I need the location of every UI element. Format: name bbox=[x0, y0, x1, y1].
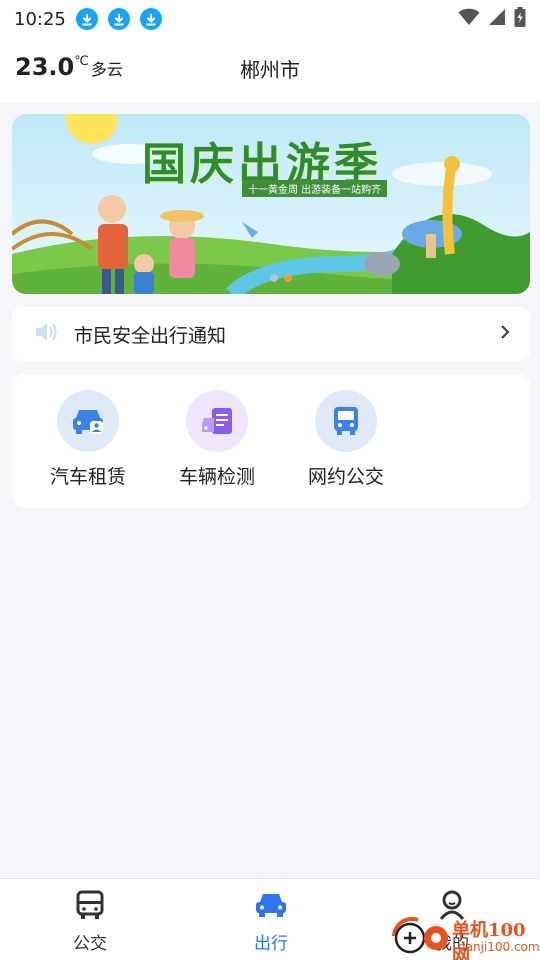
banner-pagination bbox=[270, 274, 292, 282]
nav-tab-travel[interactable]: 出行 bbox=[211, 889, 331, 954]
download-icon bbox=[139, 8, 162, 30]
speaker-icon bbox=[34, 321, 60, 347]
watermark-logo bbox=[392, 916, 448, 954]
bus-icon bbox=[74, 889, 106, 925]
watermark: 单机100网 danji100.com bbox=[388, 912, 540, 960]
status-icons bbox=[458, 7, 526, 31]
signal-icon bbox=[488, 8, 506, 30]
safety-notice[interactable]: 市民安全出行通知 bbox=[12, 307, 530, 361]
bus-icon bbox=[315, 390, 377, 452]
vehicle-inspection-icon bbox=[186, 390, 248, 452]
service-label: 汽车租赁 bbox=[49, 466, 126, 488]
download-icon bbox=[75, 8, 98, 30]
service-label: 车辆检测 bbox=[178, 466, 255, 488]
nav-tab-bus[interactable]: 公交 bbox=[30, 889, 150, 954]
header: 23.0 ℃ 多云 郴州市 bbox=[0, 38, 540, 102]
city-name[interactable]: 郴州市 bbox=[0, 54, 540, 83]
pagination-dot[interactable] bbox=[270, 274, 278, 282]
status-bar: 10:25 bbox=[0, 0, 540, 38]
wifi-icon bbox=[458, 8, 480, 30]
chevron-right-icon bbox=[500, 324, 510, 344]
service-car-rental[interactable]: 汽车租赁 bbox=[33, 390, 143, 500]
services-grid: 汽车租赁 车辆检测 网约公交 bbox=[12, 374, 530, 508]
battery-charging-icon bbox=[514, 7, 526, 31]
nav-label: 公交 bbox=[73, 934, 107, 954]
status-time: 10:25 bbox=[14, 8, 66, 30]
car-rental-icon bbox=[57, 390, 119, 452]
download-icon bbox=[107, 8, 130, 30]
promo-banner[interactable]: 国庆出游季 十一黄金周 出游装备一站购齐 bbox=[12, 114, 530, 294]
service-vehicle-inspection[interactable]: 车辆检测 bbox=[162, 390, 272, 500]
pagination-dot-active[interactable] bbox=[284, 274, 292, 282]
notice-text: 市民安全出行通知 bbox=[74, 324, 227, 347]
banner-subtitle: 十一黄金周 出游装备一站购齐 bbox=[242, 180, 388, 197]
nav-label: 出行 bbox=[254, 934, 288, 954]
service-label: 网约公交 bbox=[307, 466, 384, 488]
service-ride-hail-bus[interactable]: 网约公交 bbox=[291, 390, 401, 500]
car-icon bbox=[253, 889, 289, 925]
watermark-url: danji100.com bbox=[458, 940, 540, 954]
app-screen: 10:25 23.0 ℃ 多云 郴州市 国庆出游季 十一黄金周 出游装备一站购齐… bbox=[0, 0, 540, 960]
